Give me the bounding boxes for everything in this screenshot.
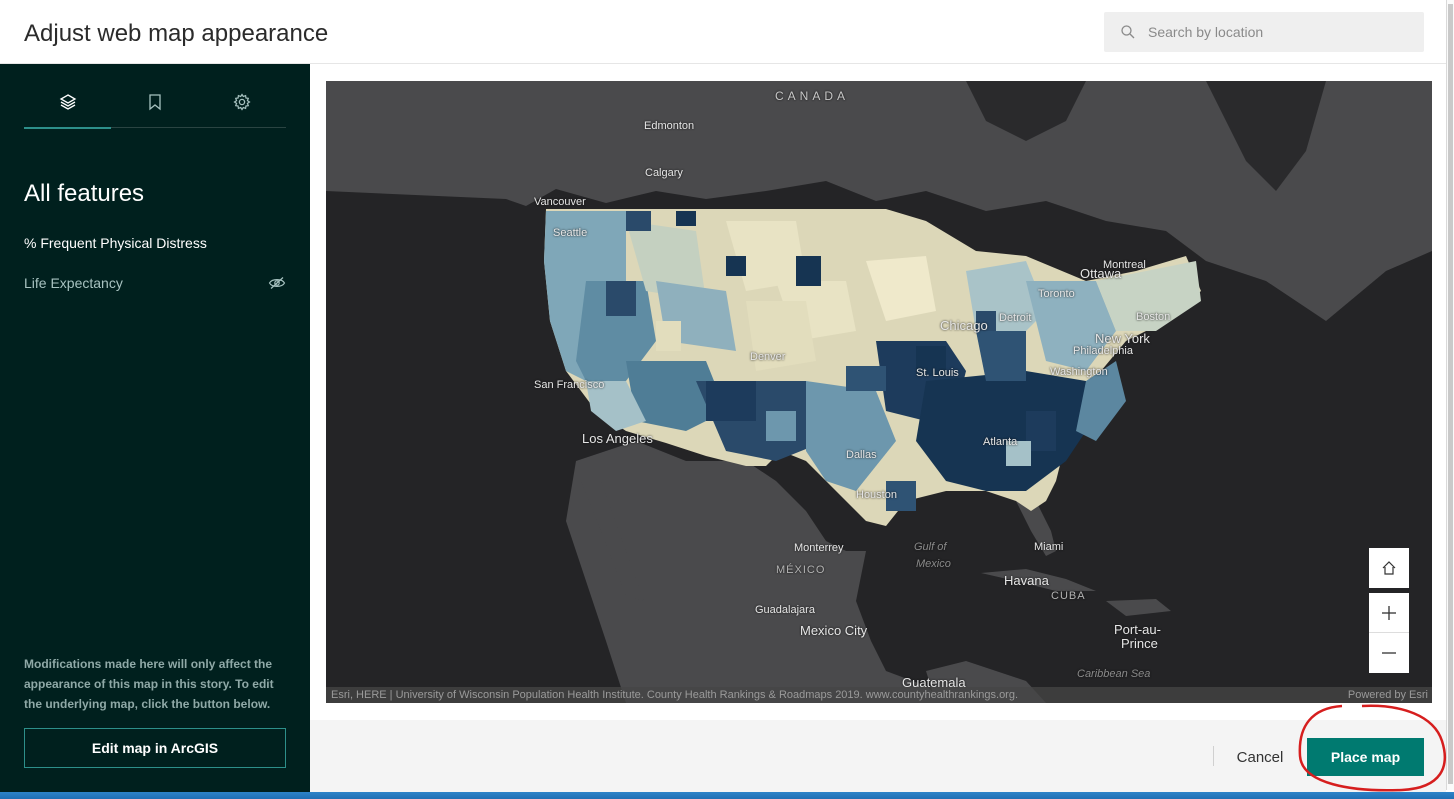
section-title: All features: [24, 180, 145, 207]
map-label-port-au: Port-au-: [1114, 622, 1161, 637]
tab-settings[interactable]: [198, 76, 285, 128]
edit-map-button[interactable]: Edit map in ArcGIS: [24, 728, 286, 768]
map-label-los-angeles: Los Angeles: [582, 431, 653, 446]
map-view[interactable]: CANADA Edmonton Calgary Vancouver Seattl…: [326, 81, 1432, 703]
tab-layers[interactable]: [24, 76, 111, 129]
layer-label: Life Expectancy: [24, 275, 123, 291]
map-label-monterrey: Monterrey: [794, 542, 844, 554]
map-label-gulf-of: Gulf of: [914, 541, 947, 553]
layers-icon: [59, 94, 76, 110]
window-bottom-bar: [0, 792, 1454, 799]
map-label-chicago: Chicago: [940, 318, 988, 333]
sidebar-tabs: [24, 76, 286, 129]
map-label-houston: Houston: [856, 489, 897, 501]
plus-icon: [1382, 605, 1396, 620]
map-label-toronto: Toronto: [1038, 288, 1075, 300]
map-label-calgary: Calgary: [645, 167, 683, 179]
map-label-detroit: Detroit: [999, 312, 1032, 324]
map-label-boston: Boston: [1136, 311, 1171, 323]
map-label-prince: Prince: [1121, 636, 1158, 651]
map-label-washington: Washington: [1050, 366, 1108, 378]
info-note: Modifications made here will only affect…: [24, 657, 274, 711]
map-label-ottawa: Ottawa: [1080, 266, 1122, 281]
home-icon: [1382, 561, 1396, 575]
map-label-san-francisco: San Francisco: [534, 379, 605, 391]
map-label-denver: Denver: [750, 351, 786, 363]
cancel-button[interactable]: Cancel: [1228, 740, 1292, 774]
search-input[interactable]: [1148, 20, 1408, 44]
map-label-gulf-mexico: Mexico: [916, 558, 951, 570]
zoom-in-button[interactable]: [1369, 593, 1409, 633]
map-label-guadalajara: Guadalajara: [755, 604, 815, 616]
minus-icon: [1382, 652, 1396, 654]
map-label-vancouver: Vancouver: [534, 196, 586, 208]
home-button[interactable]: [1369, 548, 1409, 588]
map-label-mexico-country: MÉXICO: [776, 564, 826, 576]
map-label-mexico-city: Mexico City: [800, 623, 868, 638]
red-circle-annotation: [1298, 704, 1447, 792]
map-label-dallas: Dallas: [846, 449, 877, 461]
map-label-st-louis: St. Louis: [916, 367, 959, 379]
gear-icon: [232, 93, 251, 111]
map-label-philadelphia: Philadelphia: [1073, 345, 1133, 357]
map-attribution: Esri, HERE | University of Wisconsin Pop…: [326, 687, 1432, 703]
layer-item-frequent-physical-distress[interactable]: % Frequent Physical Distress: [24, 230, 286, 256]
scrollbar[interactable]: [1446, 0, 1454, 790]
map-label-atlanta: Atlanta: [983, 436, 1018, 448]
layer-item-life-expectancy[interactable]: Life Expectancy: [24, 270, 286, 296]
footer-divider: [1213, 746, 1214, 766]
search-box[interactable]: [1104, 12, 1424, 52]
map-label-edmonton: Edmonton: [644, 120, 695, 132]
tab-bookmarks[interactable]: [111, 76, 198, 128]
header: Adjust web map appearance: [0, 0, 1454, 64]
sidebar: All features % Frequent Physical Distres…: [0, 64, 310, 792]
page-title: Adjust web map appearance: [24, 20, 329, 47]
search-icon: [1121, 25, 1135, 39]
map-label-seattle: Seattle: [553, 227, 588, 239]
map-label-cuba: CUBA: [1051, 590, 1086, 602]
map-label-canada: CANADA: [775, 89, 850, 103]
eye-off-icon[interactable]: [268, 276, 286, 290]
map-label-caribbean-sea: Caribbean Sea: [1077, 668, 1151, 680]
map-label-havana: Havana: [1004, 573, 1049, 588]
map-label-new-york: New York: [1095, 331, 1150, 346]
bookmark-icon: [148, 94, 161, 111]
scrollbar-thumb[interactable]: [1448, 4, 1453, 784]
zoom-out-button[interactable]: [1369, 633, 1409, 673]
basemap: [326, 81, 1432, 703]
map-label-miami: Miami: [1034, 541, 1064, 553]
layer-label: % Frequent Physical Distress: [24, 235, 207, 251]
